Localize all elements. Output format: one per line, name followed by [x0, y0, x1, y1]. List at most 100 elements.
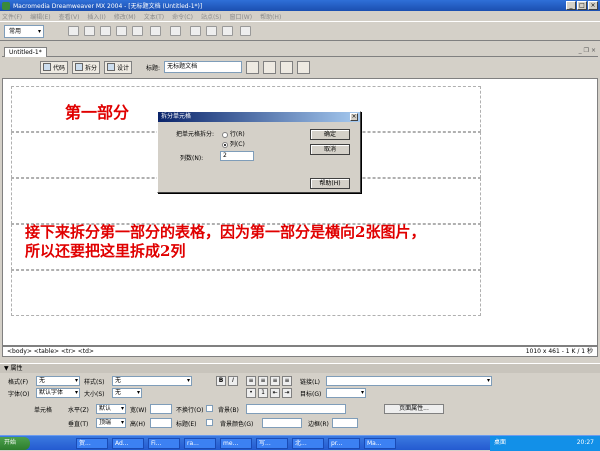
- view-options-icon[interactable]: [297, 60, 311, 74]
- row-option[interactable]: 行(R): [222, 129, 245, 138]
- background-input[interactable]: [246, 404, 346, 414]
- code-view-button[interactable]: 代码: [40, 60, 69, 74]
- size-select[interactable]: 无: [112, 388, 142, 398]
- insert-bar: 常用: [0, 21, 600, 41]
- menu-view[interactable]: 查看(V): [59, 12, 80, 21]
- title-label: 标题:: [146, 64, 161, 72]
- insert-category-select[interactable]: 常用: [4, 25, 44, 38]
- target-select[interactable]: [326, 388, 366, 398]
- valign-select[interactable]: 顶端: [96, 418, 126, 428]
- code-view-icon: [43, 63, 51, 71]
- date-icon[interactable]: [190, 26, 201, 36]
- doc-close-icon[interactable]: ×: [591, 47, 596, 54]
- taskbar-item[interactable]: me...: [220, 438, 252, 449]
- align-right-icon[interactable]: ≡: [270, 376, 280, 386]
- layer-icon[interactable]: [132, 26, 143, 36]
- unordered-list-icon[interactable]: •: [246, 388, 256, 398]
- menu-commands[interactable]: 命令(C): [172, 12, 193, 21]
- italic-button[interactable]: I: [228, 376, 238, 386]
- comment-icon[interactable]: [206, 26, 217, 36]
- annotation-part1: 第一部分: [65, 103, 130, 122]
- taskbar-item[interactable]: Ma...: [364, 438, 396, 449]
- tag-selector[interactable]: <body> <table> <tr> <td>: [7, 348, 94, 355]
- border-input[interactable]: [332, 418, 358, 428]
- image-icon[interactable]: [150, 26, 161, 36]
- outdent-icon[interactable]: ⇤: [270, 388, 280, 398]
- width-input[interactable]: [150, 404, 172, 414]
- annotation-line2: 所以还要把这里拆成2列: [25, 242, 186, 260]
- font-select[interactable]: 默认字体: [36, 388, 80, 398]
- count-label: 列数(N):: [180, 155, 204, 162]
- ok-button[interactable]: 确定: [310, 129, 350, 140]
- ordered-list-icon[interactable]: 1: [258, 388, 268, 398]
- anchor-icon[interactable]: [100, 26, 111, 36]
- taskbar-item[interactable]: Ad...: [112, 438, 144, 449]
- design-view-button[interactable]: 设计: [104, 60, 133, 74]
- indent-icon[interactable]: ⇥: [282, 388, 292, 398]
- menu-insert[interactable]: 插入(I): [87, 12, 105, 21]
- align-center-icon[interactable]: ≡: [258, 376, 268, 386]
- taskbar-item[interactable]: Fi...: [148, 438, 180, 449]
- taskbar-item[interactable]: ra...: [184, 438, 216, 449]
- size-label: 大小(S): [84, 391, 105, 398]
- window-titlebar: Macromedia Dreamweaver MX 2004 - [无标题文档 …: [0, 0, 600, 11]
- refresh-icon[interactable]: [280, 60, 294, 74]
- clock: 20:27: [576, 439, 594, 446]
- header-checkbox[interactable]: [206, 419, 213, 426]
- preview-browser-icon[interactable]: [263, 60, 277, 74]
- menu-text[interactable]: 文本(T): [144, 12, 164, 21]
- media-icon[interactable]: [170, 26, 181, 36]
- radio-row[interactable]: [222, 131, 228, 138]
- nowrap-checkbox[interactable]: [206, 405, 213, 412]
- properties-panel-header[interactable]: ▼ 属性: [0, 363, 600, 373]
- page-properties-button[interactable]: 页面属性...: [384, 404, 444, 414]
- taskbar-item[interactable]: 北...: [292, 438, 324, 449]
- taskbar-item[interactable]: 贺...: [76, 438, 108, 449]
- menu-help[interactable]: 帮助(H): [260, 12, 281, 21]
- split-cell-dialog: 拆分单元格 × 把单元格拆分: 行(R) 列(C) 列数(N): 2 确定 取消…: [157, 111, 361, 193]
- document-title-input[interactable]: 无标题文档: [164, 61, 243, 73]
- close-button[interactable]: ×: [588, 1, 598, 10]
- halign-select[interactable]: 默认: [96, 404, 126, 414]
- desktop-label[interactable]: 桌面: [494, 439, 506, 446]
- table-row[interactable]: [11, 270, 481, 316]
- column-count-input[interactable]: 2: [220, 151, 254, 161]
- dialog-close-icon[interactable]: ×: [350, 113, 358, 121]
- minimize-button[interactable]: _: [566, 1, 576, 10]
- format-select[interactable]: 无: [36, 376, 80, 386]
- tag-chooser-icon[interactable]: [240, 26, 251, 36]
- cancel-button[interactable]: 取消: [310, 144, 350, 155]
- style-select[interactable]: 无: [112, 376, 192, 386]
- link-input[interactable]: [326, 376, 492, 386]
- height-input[interactable]: [150, 418, 172, 428]
- taskbar-item[interactable]: pr...: [328, 438, 360, 449]
- menu-window[interactable]: 窗口(W): [229, 12, 252, 21]
- file-management-icon[interactable]: [246, 60, 260, 74]
- radio-column[interactable]: [222, 141, 228, 148]
- help-button[interactable]: 帮助(H): [310, 178, 350, 189]
- document-toolbar: 代码 拆分 设计 标题: 无标题文档: [2, 57, 598, 77]
- table-icon[interactable]: [116, 26, 127, 36]
- menu-modify[interactable]: 修改(M): [114, 12, 136, 21]
- doc-restore-icon[interactable]: ❐: [584, 47, 589, 54]
- menu-site[interactable]: 站点(S): [201, 12, 222, 21]
- menu-edit[interactable]: 编辑(E): [30, 12, 50, 21]
- justify-icon[interactable]: ≡: [282, 376, 292, 386]
- column-option[interactable]: 列(C): [222, 139, 245, 148]
- target-label: 目标(G): [300, 391, 322, 398]
- align-left-icon[interactable]: ≡: [246, 376, 256, 386]
- hyperlink-icon[interactable]: [68, 26, 79, 36]
- border-label: 边框(R): [308, 421, 329, 428]
- doc-minimize-icon[interactable]: _: [579, 47, 582, 54]
- document-tab[interactable]: Untitled-1*: [4, 47, 47, 57]
- start-button[interactable]: 开始: [0, 437, 30, 450]
- taskbar-item[interactable]: 写...: [256, 438, 288, 449]
- split-view-button[interactable]: 拆分: [72, 60, 101, 74]
- menu-file[interactable]: 文件(F): [2, 12, 22, 21]
- maximize-button[interactable]: □: [577, 1, 587, 10]
- bold-button[interactable]: B: [216, 376, 226, 386]
- font-label: 字体(O): [8, 391, 30, 398]
- bgcolor-input[interactable]: [262, 418, 302, 428]
- email-link-icon[interactable]: [84, 26, 95, 36]
- template-icon[interactable]: [222, 26, 233, 36]
